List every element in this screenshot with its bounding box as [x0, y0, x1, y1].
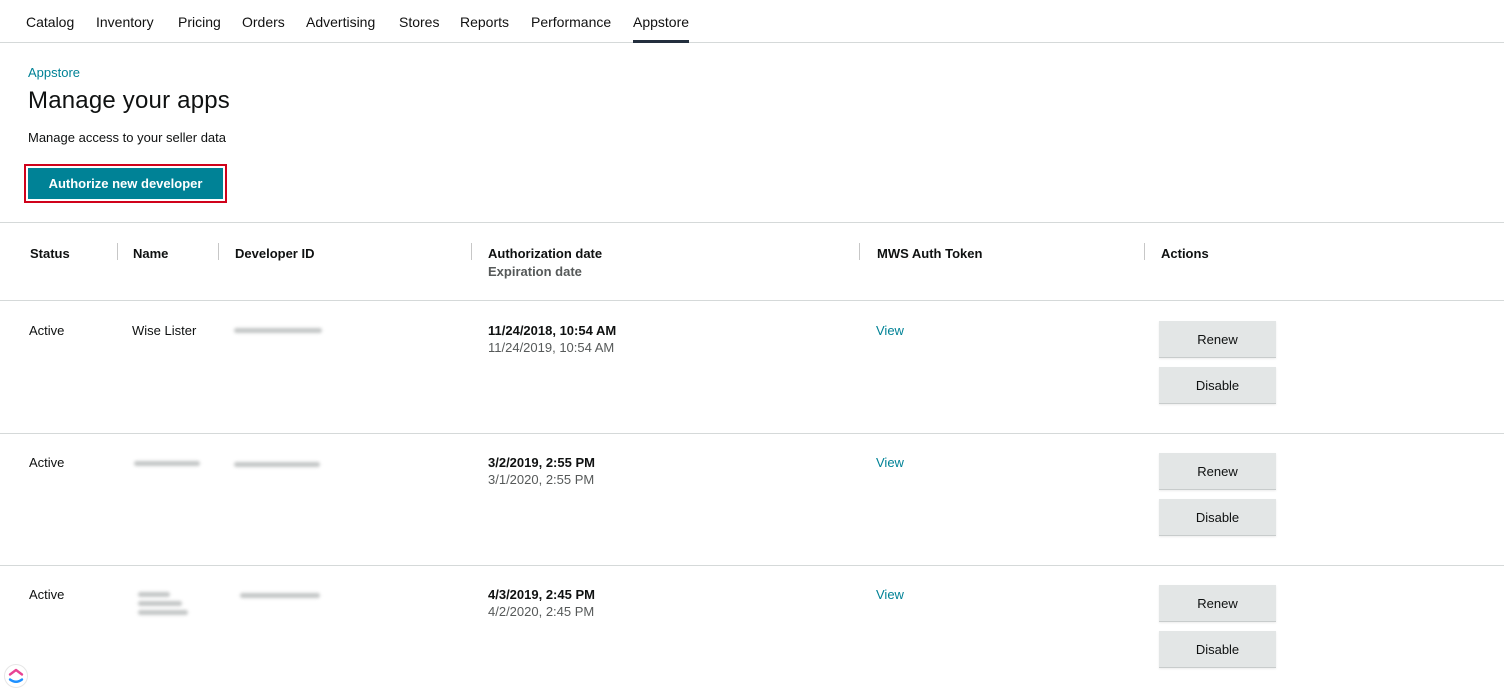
table-header-divider	[0, 300, 1504, 301]
row-app-name: Wise Lister	[132, 323, 197, 338]
nav-item-advertising[interactable]: Advertising	[306, 13, 375, 31]
view-token-link[interactable]: View	[876, 587, 904, 602]
redacted-developer-id	[234, 328, 322, 333]
redacted-app-name	[138, 601, 182, 606]
nav-item-catalog[interactable]: Catalog	[26, 13, 74, 31]
row-expiration-date: 3/1/2020, 2:55 PM	[488, 472, 595, 487]
column-header-expiration-date[interactable]: Expiration date	[488, 264, 582, 279]
row-status: Active	[29, 587, 65, 602]
column-header-authorization-date[interactable]: Authorization date	[488, 246, 602, 261]
column-separator	[1144, 243, 1145, 260]
nav-item-performance[interactable]: Performance	[531, 13, 611, 31]
nav-item-pricing[interactable]: Pricing	[178, 13, 221, 31]
renew-button[interactable]: Renew	[1159, 453, 1276, 490]
nav-item-reports[interactable]: Reports	[460, 13, 509, 31]
nav-item-stores[interactable]: Stores	[399, 13, 439, 31]
row-status: Active	[29, 323, 65, 338]
disable-button[interactable]: Disable	[1159, 499, 1276, 536]
nav-item-appstore[interactable]: Appstore	[633, 13, 690, 43]
breadcrumb[interactable]: Appstore	[28, 65, 80, 80]
page-title: Manage your apps	[28, 87, 230, 114]
row-expiration-date: 11/24/2019, 10:54 AM	[488, 340, 615, 355]
view-token-link[interactable]: View	[876, 323, 904, 338]
table-top-divider	[0, 222, 1504, 223]
column-separator	[117, 243, 118, 260]
redacted-developer-id	[240, 593, 320, 598]
view-token-link[interactable]: View	[876, 455, 904, 470]
top-navigation: Catalog Inventory Pricing Orders Adverti…	[0, 0, 1504, 43]
row-authorization-date: 4/3/2019, 2:45 PM	[488, 587, 595, 602]
authorize-new-developer-button[interactable]: Authorize new developer	[28, 168, 223, 199]
column-separator	[218, 243, 219, 260]
column-header-developer-id[interactable]: Developer ID	[235, 246, 314, 261]
page-subtitle: Manage access to your seller data	[28, 130, 226, 145]
disable-button[interactable]: Disable	[1159, 367, 1276, 404]
authorize-button-highlight: Authorize new developer	[24, 164, 227, 203]
row-status: Active	[29, 455, 65, 470]
redacted-app-name	[134, 461, 200, 466]
disable-button[interactable]: Disable	[1159, 631, 1276, 668]
column-header-status[interactable]: Status	[30, 246, 70, 261]
renew-button[interactable]: Renew	[1159, 585, 1276, 622]
redacted-app-name	[138, 592, 170, 597]
nav-item-inventory[interactable]: Inventory	[96, 13, 154, 31]
row-divider	[0, 565, 1504, 566]
clickup-logo-icon[interactable]	[4, 664, 28, 688]
column-separator	[859, 243, 860, 260]
column-header-actions: Actions	[1161, 246, 1209, 261]
column-header-name[interactable]: Name	[133, 246, 168, 261]
redacted-app-name	[138, 610, 188, 615]
column-separator	[471, 243, 472, 260]
nav-item-orders[interactable]: Orders	[242, 13, 285, 31]
renew-button[interactable]: Renew	[1159, 321, 1276, 358]
redacted-developer-id	[234, 462, 320, 467]
column-header-mws-auth-token: MWS Auth Token	[877, 246, 983, 261]
row-authorization-date: 3/2/2019, 2:55 PM	[488, 455, 595, 470]
row-authorization-date: 11/24/2018, 10:54 AM	[488, 323, 617, 338]
row-divider	[0, 433, 1504, 434]
row-expiration-date: 4/2/2020, 2:45 PM	[488, 604, 595, 619]
